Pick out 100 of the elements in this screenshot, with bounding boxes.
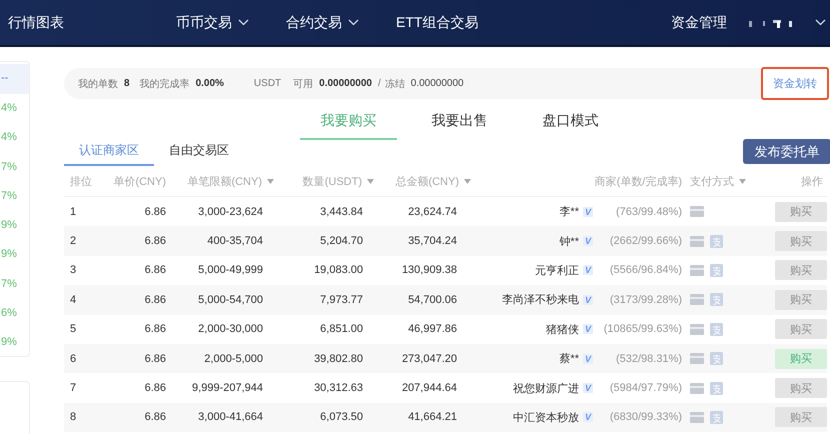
merchant-name[interactable]: 猪猪侠 [546, 322, 579, 337]
table-cell-text: 3,443.84 [319, 206, 364, 218]
merchant-stats: (2662/99.66%) [608, 235, 682, 248]
table-cell-text: 3 [69, 264, 78, 276]
info-value: 8 [124, 78, 130, 89]
table-cell-text: 2,000-30,000 [197, 323, 264, 336]
transfer-link[interactable]: 资金划转 [761, 67, 829, 100]
merchant-stats: (10865/99.63%) [602, 323, 682, 336]
zone-tab[interactable]: 认证商家区 [64, 138, 154, 166]
info-value: 0.00% [196, 78, 224, 89]
table-cell-text: 7 [69, 382, 78, 394]
info-label: 我的完成率 [140, 78, 190, 90]
merchant-stats: (6830/99.33%) [608, 411, 682, 424]
table-cell-text: 5,000-49,999 [197, 264, 264, 276]
merchant-name[interactable]: 元亨利正 [534, 262, 579, 278]
table-cell-text: 1 [69, 206, 78, 218]
table-cell-text: 400-35,704 [206, 235, 264, 248]
publish-order-button[interactable]: 发布委托单 [743, 139, 830, 164]
table-cell-text: 23,624.74 [407, 206, 458, 218]
column-header: 操作 [800, 175, 824, 189]
table-cell-text: 273,047.20 [400, 352, 458, 365]
table-cell-text: 30,312.63 [313, 382, 364, 394]
table-cell-text: 9,999-207,944 [191, 382, 264, 394]
merchant-name[interactable]: 李** [559, 204, 579, 220]
table-cell-text: 5 [69, 323, 78, 336]
percentage-value: 9% [0, 335, 18, 350]
verified-badge: V [582, 206, 593, 217]
table-cell-text: 6.86 [144, 294, 166, 306]
table-cell-text: 6.86 [144, 382, 166, 394]
table-cell-text: 6 [69, 352, 78, 365]
table-cell-text: 46,997.86 [407, 323, 458, 336]
table-cell-text: 6,851.00 [319, 323, 364, 336]
table-cell-text: 19,083.00 [313, 264, 364, 276]
verified-badge: V [582, 294, 593, 305]
table-cell-text: 5,204.70 [319, 235, 364, 248]
percentage-value: 7% [0, 188, 18, 204]
merchant-stats: (763/99.48%) [614, 206, 682, 218]
verified-badge: V [582, 354, 593, 364]
separator-text: / [378, 78, 381, 89]
table-cell-text: 6,073.50 [319, 411, 364, 424]
verified-badge: V [582, 236, 593, 246]
merchant-name[interactable]: 钟** [559, 234, 579, 249]
table-cell-text: 39,802.80 [313, 352, 364, 365]
nav-menu-item[interactable]: 币币交易 [176, 14, 249, 32]
percentage-value: 7% [0, 276, 18, 292]
table-cell-text: 6.86 [144, 352, 166, 365]
percentage-value: 4% [0, 130, 18, 146]
merchant-stats: (3173/99.28%) [608, 294, 682, 306]
info-label: 冻结 [384, 78, 405, 90]
table-cell-text: 6.86 [144, 411, 166, 424]
table-cell-text: 41,664.21 [407, 411, 458, 424]
percentage-value: 9% [0, 218, 18, 234]
table-cell-text: 3,000-23,624 [197, 206, 264, 218]
merchant-name[interactable]: 中汇资本秒放 [512, 410, 579, 425]
chevron-down-icon [815, 19, 826, 26]
column-header: 商家(单数/完成率) [594, 174, 682, 189]
merchant-name[interactable]: 李尚泽不秒来电 [502, 292, 579, 308]
nav-menu-item[interactable]: ETT组合交易 [396, 14, 478, 32]
table-cell-text: 6.86 [144, 206, 166, 218]
table-cell-text: 8 [69, 411, 78, 424]
merchant-stats: (532/98.31%) [614, 352, 682, 365]
verified-badge: V [582, 412, 593, 422]
percentage-value: -- [0, 64, 29, 94]
currency-label: USDT [254, 78, 282, 89]
verified-badge: V [582, 265, 593, 276]
table-cell-text: 54,700.06 [407, 294, 458, 306]
table-cell-text: 6.86 [144, 323, 166, 336]
nav-menu-item[interactable]: 合约交易 [286, 14, 359, 32]
info-label: 可用 [293, 78, 314, 90]
info-value: 0.00000000 [410, 78, 464, 89]
table-cell-text: 5,000-54,700 [197, 294, 264, 306]
merchant-name[interactable]: 蔡** [559, 351, 579, 366]
percentage-value: 9% [0, 247, 18, 262]
merchant-stats: (5984/97.79%) [608, 382, 682, 394]
verified-badge: V [582, 324, 593, 334]
percentage-value: 6% [0, 306, 18, 322]
mode-tab[interactable]: 盘口模式 [522, 109, 619, 140]
table-cell-text: 207,944.64 [400, 382, 458, 394]
table-cell-text: 2 [69, 235, 78, 248]
column-header: 排位 [69, 175, 93, 189]
info-value: 0.00000000 [319, 78, 372, 89]
table-cell-text: 6.86 [144, 264, 166, 276]
table-cell-text: 4 [69, 294, 78, 306]
mode-tab[interactable]: 我要出售 [411, 109, 508, 140]
verified-badge: V [582, 383, 593, 394]
info-label: 我的单数 [78, 78, 118, 90]
table-cell-text: 6.86 [144, 235, 166, 248]
table-cell-text: 3,000-41,664 [197, 411, 264, 424]
nav-menu-item[interactable]: 资金管理 [671, 14, 727, 32]
percentage-value: 7% [0, 160, 18, 175]
table-cell-text: 35,704.24 [407, 235, 458, 248]
table-cell-text: 7,973.77 [319, 294, 364, 306]
table-cell-text: 130,909.38 [400, 264, 458, 276]
merchant-name[interactable]: 祝您财源广进 [512, 380, 579, 396]
merchant-stats: (5566/96.84%) [608, 264, 682, 276]
table-cell-text: 2,000-5,000 [203, 352, 264, 365]
column-header: 单价(CNY) [112, 175, 166, 189]
nav-menu-item[interactable]: 行情图表 [8, 14, 64, 32]
zone-tab[interactable]: 自由交易区 [154, 138, 244, 166]
percentage-value: 4% [0, 101, 18, 116]
